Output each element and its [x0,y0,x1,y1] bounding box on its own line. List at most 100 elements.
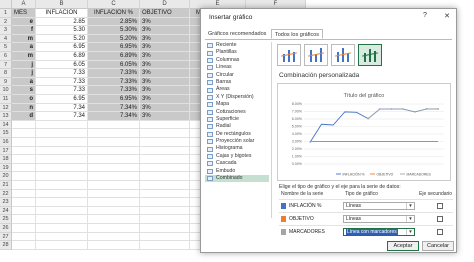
table-cell[interactable] [12,146,36,156]
row-header[interactable]: 3 [0,26,12,35]
table-cell[interactable] [140,155,190,164]
table-cell[interactable]: 5.20% [88,34,140,44]
table-cell[interactable] [140,163,190,173]
row-header[interactable]: 2 [0,17,12,27]
table-cell[interactable] [36,215,88,224]
table-cell[interactable] [12,163,36,173]
row-header[interactable]: 11 [0,95,12,104]
table-cell[interactable]: a [12,43,36,52]
chart-type-item[interactable]: Líneas [205,64,269,71]
table-cell[interactable] [140,129,190,138]
table-cell[interactable] [140,138,190,147]
table-cell[interactable]: j [12,69,36,78]
row-header[interactable]: 12 [0,103,12,113]
row-header[interactable]: 10 [0,86,12,95]
table-cell[interactable] [140,241,190,250]
table-cell[interactable]: 5.30% [88,26,140,35]
table-cell[interactable]: 7.33 [36,69,88,78]
table-cell[interactable] [140,224,190,233]
table-cell[interactable] [36,189,88,199]
row-header[interactable]: 25 [0,215,12,224]
column-header[interactable]: C [88,0,140,9]
table-cell[interactable] [88,146,140,156]
table-cell[interactable] [36,224,88,233]
table-cell[interactable]: 7.33 [36,77,88,87]
chart-type-item[interactable]: Histograma [205,145,269,152]
table-cell[interactable] [36,120,88,130]
chart-type-item[interactable]: Mapa [205,101,269,108]
table-cell[interactable]: s [12,86,36,95]
table-cell[interactable] [88,189,140,199]
chart-type-item[interactable]: Radial [205,123,269,130]
table-cell[interactable] [140,181,190,190]
row-header[interactable]: 18 [0,155,12,164]
table-cell[interactable]: 7.34% [88,103,140,113]
table-cell[interactable]: 3% [140,69,190,78]
column-header[interactable]: D [140,0,190,9]
chart-type-item[interactable]: Cajas y bigotes [205,153,269,160]
row-header[interactable]: 5 [0,43,12,52]
chart-type-dropdown[interactable]: Líneas ▼ [343,215,415,223]
chart-type-item[interactable]: Cotizaciones [205,109,269,116]
table-cell[interactable]: MES [12,9,36,18]
table-cell[interactable]: 7.33% [88,77,140,87]
chart-type-item[interactable]: Superficie [205,116,269,123]
table-cell[interactable]: 2.85 [36,17,88,27]
tab-all-charts[interactable]: Todos los gráficos [271,29,324,39]
table-cell[interactable] [36,155,88,164]
secondary-axis-checkbox[interactable] [437,229,443,235]
table-cell[interactable]: OBJETIVO [140,9,190,18]
table-cell[interactable]: 6.95 [36,43,88,52]
table-cell[interactable]: 7.33% [88,69,140,78]
table-cell[interactable] [12,120,36,130]
table-cell[interactable]: e [12,17,36,27]
table-cell[interactable] [88,206,140,216]
table-cell[interactable]: 6.05 [36,60,88,70]
table-cell[interactable]: 6.05% [88,60,140,70]
table-cell[interactable]: 3% [140,17,190,27]
table-cell[interactable]: 7.34 [36,112,88,121]
combo-thumb-clustered-column-line[interactable] [277,44,301,66]
help-button[interactable]: ? [420,12,430,19]
secondary-axis-checkbox[interactable] [437,203,443,209]
row-header[interactable]: 17 [0,146,12,156]
row-header[interactable]: 13 [0,112,12,121]
table-cell[interactable]: 3% [140,95,190,104]
table-cell[interactable]: 6.89% [88,52,140,61]
table-cell[interactable] [88,172,140,181]
table-cell[interactable] [140,146,190,156]
table-cell[interactable]: d [12,112,36,121]
chart-type-item[interactable]: X Y (Dispersión) [205,94,269,101]
row-header[interactable]: 14 [0,120,12,130]
table-cell[interactable]: 3% [140,103,190,113]
table-cell[interactable] [12,138,36,147]
chart-type-item[interactable]: Embudo [205,168,269,175]
row-header[interactable]: 1 [0,9,12,18]
table-cell[interactable]: 3% [140,86,190,95]
table-cell[interactable] [12,172,36,181]
table-cell[interactable]: f [12,26,36,35]
table-cell[interactable] [12,206,36,216]
table-cell[interactable] [36,172,88,181]
table-cell[interactable] [12,232,36,242]
column-header[interactable]: A [12,0,36,9]
row-header[interactable]: 8 [0,69,12,78]
row-header[interactable]: 6 [0,52,12,61]
table-cell[interactable]: 3% [140,77,190,87]
row-header[interactable]: 23 [0,198,12,207]
table-cell[interactable]: 3% [140,34,190,44]
table-cell[interactable] [88,138,140,147]
table-cell[interactable] [140,215,190,224]
row-header[interactable]: 20 [0,172,12,181]
table-cell[interactable]: 7.33 [36,86,88,95]
combo-thumb-column-line-secondary[interactable] [304,44,328,66]
table-cell[interactable]: 5.30 [36,26,88,35]
table-cell[interactable]: 2.85% [88,17,140,27]
table-cell[interactable] [88,120,140,130]
table-cell[interactable] [36,181,88,190]
table-cell[interactable] [36,129,88,138]
row-header[interactable]: 27 [0,232,12,242]
table-cell[interactable] [36,206,88,216]
row-header[interactable]: 7 [0,60,12,70]
table-cell[interactable] [88,129,140,138]
